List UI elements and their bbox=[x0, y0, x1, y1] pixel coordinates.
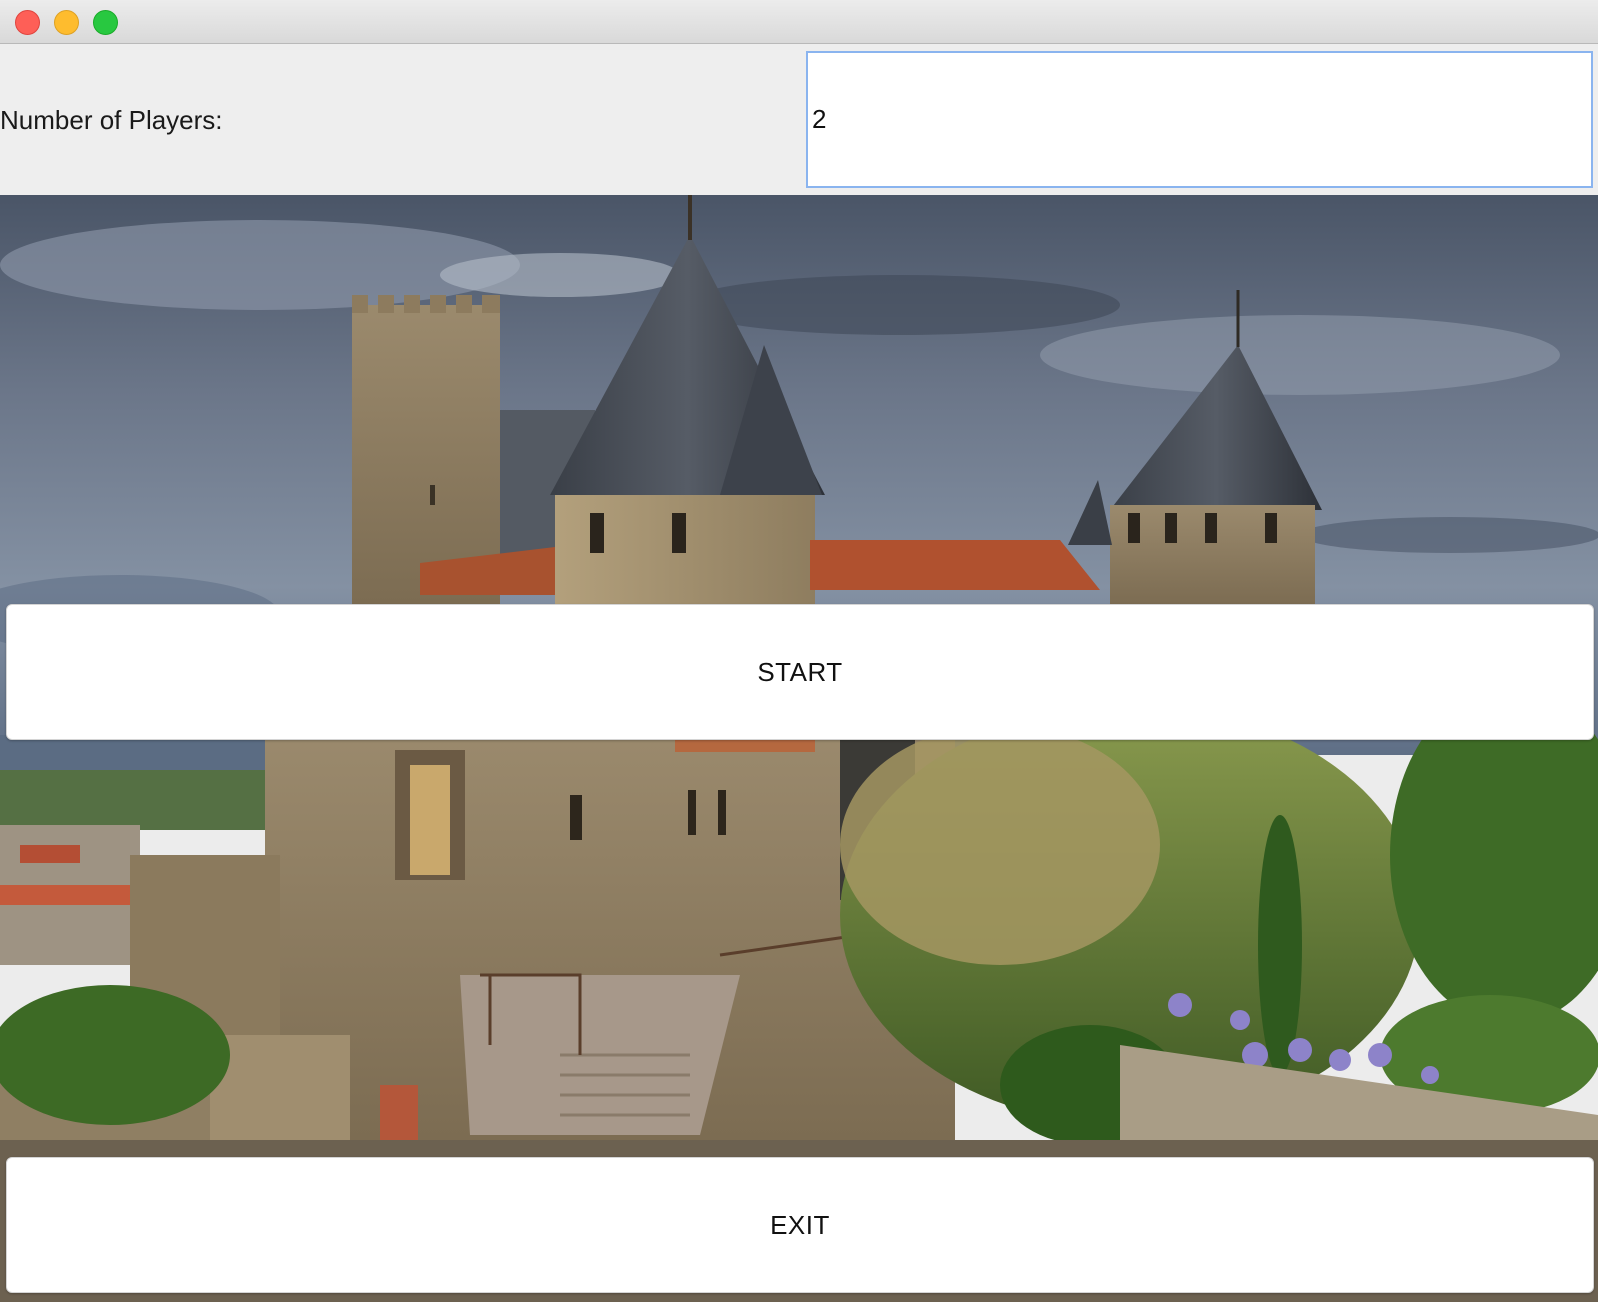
exit-button[interactable]: EXIT bbox=[6, 1157, 1594, 1293]
app-window: Number of Players: 2 START EXIT bbox=[0, 0, 1598, 1302]
close-window-button[interactable] bbox=[15, 10, 40, 35]
minimize-window-button[interactable] bbox=[54, 10, 79, 35]
players-label: Number of Players: bbox=[0, 105, 223, 135]
castle-background-image bbox=[0, 195, 1598, 1302]
players-input[interactable] bbox=[806, 51, 1593, 188]
players-row: Number of Players: bbox=[0, 44, 1598, 195]
title-bar bbox=[0, 0, 1598, 44]
start-button[interactable]: START bbox=[6, 604, 1594, 740]
zoom-window-button[interactable] bbox=[93, 10, 118, 35]
